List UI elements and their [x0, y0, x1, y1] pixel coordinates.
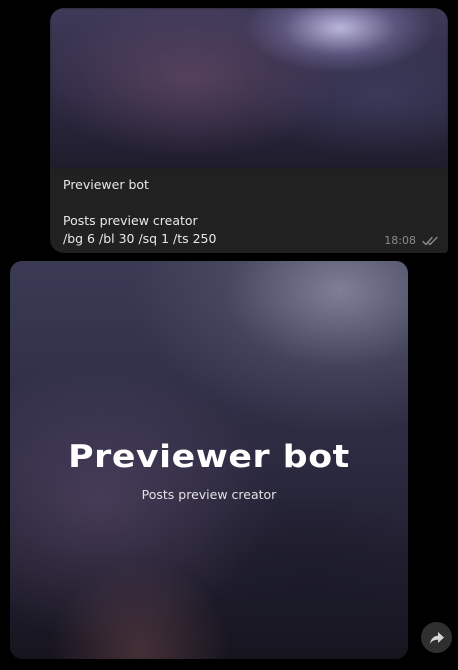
message-bubble[interactable]: Previewer bot Posts preview creator /bg … — [50, 8, 448, 253]
double-check-icon — [422, 236, 440, 246]
preview-title: Previewer bot — [68, 439, 350, 475]
message-title: Previewer bot — [63, 177, 149, 192]
message-media-image[interactable] — [50, 8, 448, 168]
share-arrow-icon — [429, 631, 445, 645]
preview-subtitle: Posts preview creator — [141, 487, 277, 502]
preview-image-message[interactable]: Previewer bot Posts preview creator — [10, 261, 408, 659]
message-line-gap — [63, 194, 423, 212]
message-line-2: /bg 6 /bl 30 /sq 1 /ts 250 — [63, 231, 217, 246]
message-meta: 18:08 — [384, 234, 440, 247]
share-button[interactable] — [421, 622, 452, 653]
message-line-1: Posts preview creator — [63, 213, 198, 228]
message-text: Previewer bot Posts preview creator /bg … — [63, 176, 423, 248]
chat-screen: Previewer bot Posts preview creator /bg … — [0, 0, 458, 670]
message-time: 18:08 — [384, 234, 416, 247]
